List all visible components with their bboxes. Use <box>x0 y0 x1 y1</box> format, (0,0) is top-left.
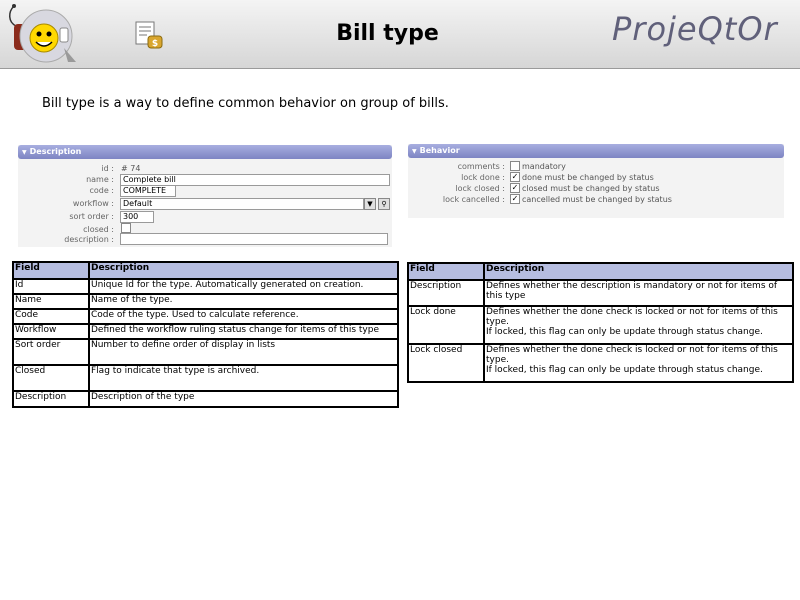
behavior-panel-title: Behavior <box>419 146 460 155</box>
lock-done-checkbox[interactable]: ✓ <box>510 172 520 182</box>
description-cell: Name of the type. <box>88 293 399 310</box>
comments-label: comments : <box>457 162 505 171</box>
workflow-label: workflow : <box>72 199 114 208</box>
checkmark-icon: ✓ <box>511 172 519 181</box>
workflow-select[interactable]: Default <box>120 198 364 210</box>
sort-order-label: sort order : <box>69 212 114 221</box>
field-cell: Workflow <box>12 323 90 340</box>
comments-checkbox[interactable] <box>510 161 520 171</box>
table-row: Lock closed Defines whether the done che… <box>407 343 794 383</box>
description-field[interactable] <box>120 233 388 245</box>
comments-text: mandatory <box>522 162 566 171</box>
code-field[interactable]: COMPLETE <box>120 185 176 197</box>
description-panel-title: Description <box>29 147 82 156</box>
column-header-description: Description <box>483 262 794 281</box>
lock-closed-checkbox[interactable]: ✓ <box>510 183 520 193</box>
svg-text:$: $ <box>152 39 158 49</box>
table-row: Sort order Number to define order of disp… <box>12 338 399 366</box>
workflow-dropdown-button[interactable]: ▼ <box>364 198 376 210</box>
description-cell: Number to define order of display in lis… <box>88 338 399 366</box>
behavior-panel: ▼ Behavior comments : mandatory lock done… <box>408 144 784 218</box>
description-note: If locked, this flag can only be update … <box>486 365 763 375</box>
lock-done-label: lock done : <box>461 173 505 182</box>
description-cell: Defined the workflow ruling status chang… <box>88 323 399 340</box>
dropdown-arrow-icon: ▼ <box>367 200 373 208</box>
brand-name: ProjeQtOr <box>612 10 778 48</box>
behavior-table: Field Description Description Defines wh… <box>407 262 794 383</box>
field-cell: Name <box>12 293 90 310</box>
field-cell: Closed <box>12 364 90 392</box>
name-label: name : <box>86 175 114 184</box>
table-row: Lock done Defines whether the done check… <box>407 305 794 345</box>
checkmark-icon: ✓ <box>511 194 519 203</box>
field-cell: Code <box>12 308 90 325</box>
description-cell: Unique Id for the type. Automatically ge… <box>88 278 399 295</box>
workflow-search-button[interactable]: ⚲ <box>378 198 390 210</box>
table-header-row: Field Description <box>12 261 399 280</box>
lock-done-text: done must be changed by status <box>522 173 654 182</box>
table-row: Name Name of the type. <box>12 293 399 310</box>
field-cell: Description <box>12 390 90 408</box>
table-row: Description Defines whether the descript… <box>407 279 794 307</box>
description-note: If locked, this flag can only be update … <box>486 327 763 337</box>
lock-closed-text: closed must be changed by status <box>522 184 660 193</box>
field-cell: Sort order <box>12 338 90 366</box>
page-header: $ Bill type ProjeQtOr <box>0 0 800 69</box>
lock-closed-label: lock closed : <box>455 184 505 193</box>
table-header-row: Field Description <box>407 262 794 281</box>
description-cell: Defines whether the done check is locked… <box>483 305 794 345</box>
checkmark-icon: ✓ <box>511 183 519 192</box>
lock-cancelled-label: lock cancelled : <box>442 195 505 204</box>
intro-text: Bill type is a way to define common beha… <box>42 96 449 111</box>
code-label: code : <box>89 186 114 195</box>
description-panel-header[interactable]: ▼ Description <box>18 145 392 159</box>
sort-order-field[interactable]: 300 <box>120 211 154 223</box>
id-label: id : <box>101 164 114 173</box>
table-row: Id Unique Id for the type. Automatically … <box>12 278 399 295</box>
field-cell: Lock closed <box>407 343 485 383</box>
page-title: Bill type <box>336 21 439 46</box>
table-row: Code Code of the type. Used to calculate … <box>12 308 399 325</box>
search-icon: ⚲ <box>381 200 387 208</box>
closed-checkbox[interactable] <box>121 223 131 233</box>
description-text: Defines whether the description is manda… <box>486 281 778 301</box>
column-header-description: Description <box>88 261 399 280</box>
description-text: Defines whether the done check is locked… <box>486 307 778 327</box>
lock-cancelled-checkbox[interactable]: ✓ <box>510 194 520 204</box>
description-cell: Flag to indicate that type is archived. <box>88 364 399 392</box>
description-text: Defines whether the done check is locked… <box>486 345 778 365</box>
description-panel: ▼ Description id : # 74 name : Complete b… <box>18 145 392 247</box>
description-cell: Code of the type. Used to calculate refe… <box>88 308 399 325</box>
table-row: Workflow Defined the workflow ruling stat… <box>12 323 399 340</box>
closed-label: closed : <box>83 225 114 234</box>
lock-cancelled-text: cancelled must be changed by status <box>522 195 672 204</box>
collapse-triangle-icon: ▼ <box>22 149 27 156</box>
projeqtor-logo-icon <box>9 4 76 63</box>
bill-type-icon: $ <box>135 21 163 49</box>
table-row: Description Description of the type <box>12 390 399 408</box>
table-row: Closed Flag to indicate that type is arch… <box>12 364 399 392</box>
collapse-triangle-icon: ▼ <box>412 148 417 155</box>
field-cell: Description <box>407 279 485 307</box>
behavior-panel-header[interactable]: ▼ Behavior <box>408 144 784 158</box>
description-cell: Defines whether the description is manda… <box>483 279 794 307</box>
column-header-field: Field <box>12 261 90 280</box>
description-cell: Description of the type <box>88 390 399 408</box>
description-cell: Defines whether the done check is locked… <box>483 343 794 383</box>
id-value: # 74 <box>121 164 141 173</box>
description-label: description : <box>64 235 114 244</box>
fields-table: Field Description Id Unique Id for the ty… <box>12 261 399 408</box>
field-cell: Lock done <box>407 305 485 345</box>
column-header-field: Field <box>407 262 485 281</box>
field-cell: Id <box>12 278 90 295</box>
